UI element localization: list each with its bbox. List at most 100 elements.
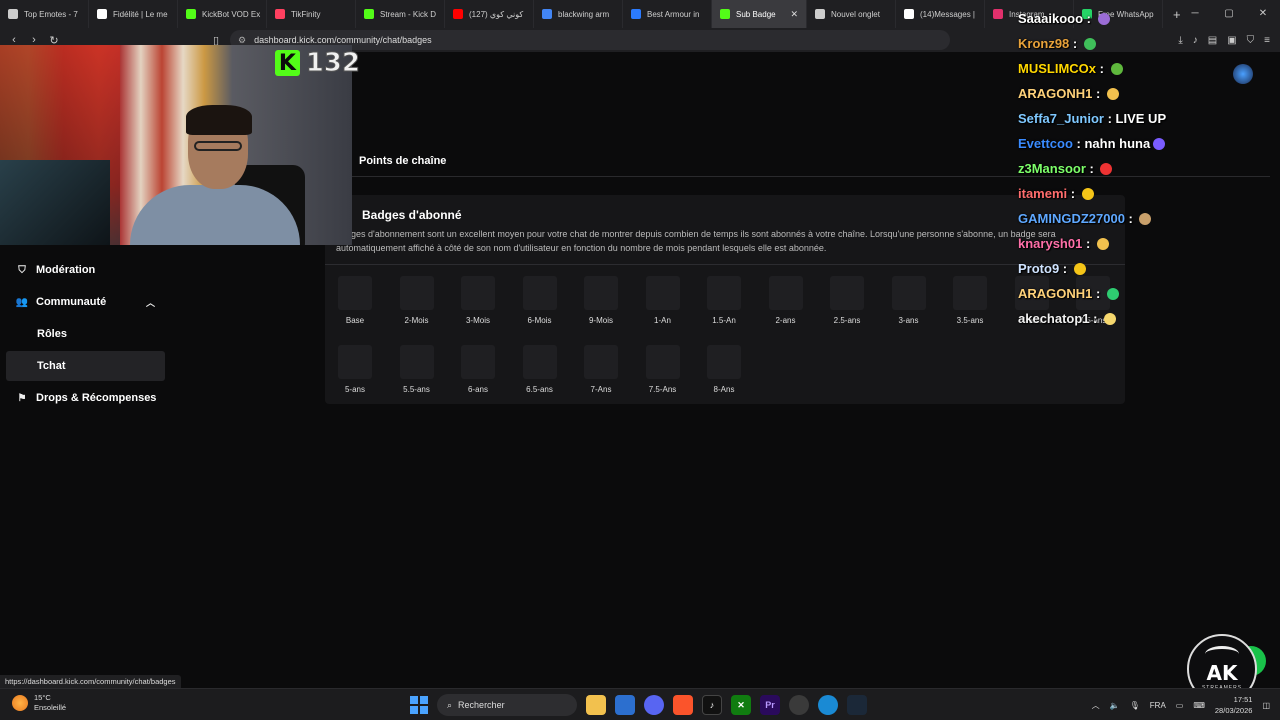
browser-tab[interactable]: Sub Badge ✕ xyxy=(712,0,807,28)
sidebar-item-chat[interactable]: Tchat xyxy=(6,351,165,381)
chat-username[interactable]: Proto9 xyxy=(1018,261,1059,276)
chevron-up-icon[interactable]: ︿ xyxy=(146,296,155,309)
microphone-icon[interactable]: 🎙 xyxy=(1130,701,1140,710)
site-info-icon[interactable]: ⚙ xyxy=(238,35,246,46)
browser-tab[interactable]: blackwing arm xyxy=(534,0,623,28)
browser-tab[interactable]: KickBot VOD Ex xyxy=(178,0,267,28)
close-window-icon[interactable]: ✕ xyxy=(1246,0,1280,28)
avatar[interactable] xyxy=(1233,64,1253,84)
badge-slot[interactable]: 9-Mois xyxy=(584,276,618,325)
menu-icon[interactable]: ≡ xyxy=(1264,35,1270,46)
badge-slot[interactable]: 5.5-ans xyxy=(399,345,434,394)
tiktok-icon[interactable]: ♪ xyxy=(702,695,722,715)
badge-upload-box[interactable] xyxy=(891,276,926,310)
badge-upload-box[interactable] xyxy=(584,345,618,379)
sidebar-item-roles[interactable]: Rôles xyxy=(6,319,165,349)
browser-tab[interactable]: (127) كوني كوي xyxy=(445,0,534,28)
chat-username[interactable]: knarysh01 xyxy=(1018,236,1082,251)
browser-tab[interactable]: Fidélité | Le me xyxy=(89,0,178,28)
sidebar-icon[interactable]: ▤ xyxy=(1208,35,1217,46)
badge-slot[interactable]: 5-ans xyxy=(338,345,372,394)
badge-upload-box[interactable] xyxy=(338,345,372,379)
badge-slot[interactable]: 6-Mois xyxy=(522,276,557,325)
badge-slot[interactable]: 2-ans xyxy=(768,276,803,325)
sidebar-item-drops[interactable]: ⚑ Drops & Récompenses xyxy=(6,383,165,413)
clock[interactable]: 17:51 28/03/2026 xyxy=(1215,694,1253,716)
notification-icon[interactable]: ◫ xyxy=(1262,701,1270,710)
chat-username[interactable]: ARAGONH1 xyxy=(1018,86,1092,101)
browser-tab[interactable]: TikFinity xyxy=(267,0,356,28)
badge-slot[interactable]: Base xyxy=(338,276,372,325)
edge-icon[interactable] xyxy=(818,695,838,715)
badge-slot[interactable]: 6.5-ans xyxy=(522,345,557,394)
badge-upload-box[interactable] xyxy=(399,345,434,379)
badge-slot[interactable]: 6-ans xyxy=(461,345,495,394)
badge-upload-box[interactable] xyxy=(461,345,495,379)
wallet-icon[interactable]: ▣ xyxy=(1227,35,1236,46)
shield-icon[interactable]: ⛉ xyxy=(1247,35,1255,46)
badge-slot[interactable]: 1-An xyxy=(645,276,680,325)
minimize-icon[interactable]: ─ xyxy=(1178,0,1212,28)
badge-upload-box[interactable] xyxy=(830,276,864,310)
browser-tab[interactable]: Stream - Kick D xyxy=(356,0,445,28)
discord-icon[interactable] xyxy=(644,695,664,715)
premiere-icon[interactable]: Pr xyxy=(760,695,780,715)
volume-icon[interactable]: 🔈 xyxy=(1110,701,1120,710)
browser-tab[interactable]: (14)Messages | xyxy=(896,0,985,28)
windows-start-icon[interactable] xyxy=(410,696,428,714)
weather-widget[interactable]: 15°C Ensoleillé xyxy=(12,693,66,713)
xbox-icon[interactable]: ✕ xyxy=(731,695,751,715)
steam-icon[interactable] xyxy=(847,695,867,715)
taskbar-search[interactable]: ⌕ Rechercher xyxy=(437,694,577,716)
browser-tab[interactable]: Nouvel onglet xyxy=(807,0,896,28)
mail-icon[interactable] xyxy=(615,695,635,715)
badge-upload-box[interactable] xyxy=(707,276,741,310)
badge-upload-box[interactable] xyxy=(953,276,987,310)
chat-username[interactable]: itamemi xyxy=(1018,186,1067,201)
close-tab-icon[interactable]: ✕ xyxy=(790,9,798,20)
badge-slot[interactable]: 2-Mois xyxy=(399,276,434,325)
chat-username[interactable]: akechatop1 xyxy=(1018,311,1090,326)
chat-username[interactable]: Seffa7_Junior xyxy=(1018,111,1104,126)
music-icon[interactable]: ♪ xyxy=(1193,35,1198,46)
maximize-icon[interactable]: ▢ xyxy=(1212,0,1246,28)
badge-upload-box[interactable] xyxy=(707,345,741,379)
chat-username[interactable]: z3Mansoor xyxy=(1018,161,1086,176)
badge-slot[interactable]: 3-ans xyxy=(891,276,926,325)
download-icon[interactable]: ⤓ xyxy=(1178,35,1182,46)
file-explorer-icon[interactable] xyxy=(586,695,606,715)
badge-slot[interactable]: 2.5-ans xyxy=(830,276,864,325)
badge-upload-box[interactable] xyxy=(584,276,618,310)
badge-slot[interactable]: 7.5-Ans xyxy=(645,345,680,394)
badge-slot[interactable]: 7-Ans xyxy=(584,345,618,394)
brave-icon[interactable] xyxy=(673,695,693,715)
badge-upload-box[interactable] xyxy=(645,276,680,310)
badge-slot[interactable]: 3.5-ans xyxy=(953,276,987,325)
badge-slot[interactable]: 1.5-An xyxy=(707,276,741,325)
obs-icon[interactable] xyxy=(789,695,809,715)
chevron-up-icon[interactable]: ︿ xyxy=(1092,700,1100,711)
badge-upload-box[interactable] xyxy=(522,276,557,310)
browser-tab[interactable]: Best Armour in xyxy=(623,0,712,28)
badge-upload-box[interactable] xyxy=(338,276,372,310)
display-icon[interactable]: ▭ xyxy=(1176,701,1184,710)
sidebar-item-community[interactable]: 👥 Communauté ︿ xyxy=(6,287,165,317)
network-icon[interactable]: ⌨ xyxy=(1193,701,1205,710)
sidebar-item-label: Communauté xyxy=(36,296,107,308)
badge-slot[interactable]: 3-Mois xyxy=(461,276,495,325)
chat-username[interactable]: Kronz98 xyxy=(1018,36,1069,51)
chat-username[interactable]: MUSLIMCOx xyxy=(1018,61,1096,76)
chat-username[interactable]: ARAGONH1 xyxy=(1018,286,1092,301)
sidebar-item-moderation[interactable]: ⛉ Modération xyxy=(6,255,165,285)
chat-username[interactable]: Saaaikooo xyxy=(1018,11,1083,26)
browser-tab[interactable]: Top Emotes - 7 xyxy=(0,0,89,28)
chat-username[interactable]: GAMINGDZ27000 xyxy=(1018,211,1125,226)
badge-slot[interactable]: 8-Ans xyxy=(707,345,741,394)
badge-upload-box[interactable] xyxy=(645,345,680,379)
chat-username[interactable]: Evettcoo xyxy=(1018,136,1073,151)
badge-upload-box[interactable] xyxy=(399,276,434,310)
badge-upload-box[interactable] xyxy=(461,276,495,310)
badge-upload-box[interactable] xyxy=(522,345,557,379)
language-indicator[interactable]: FRA xyxy=(1150,701,1166,710)
badge-upload-box[interactable] xyxy=(768,276,803,310)
